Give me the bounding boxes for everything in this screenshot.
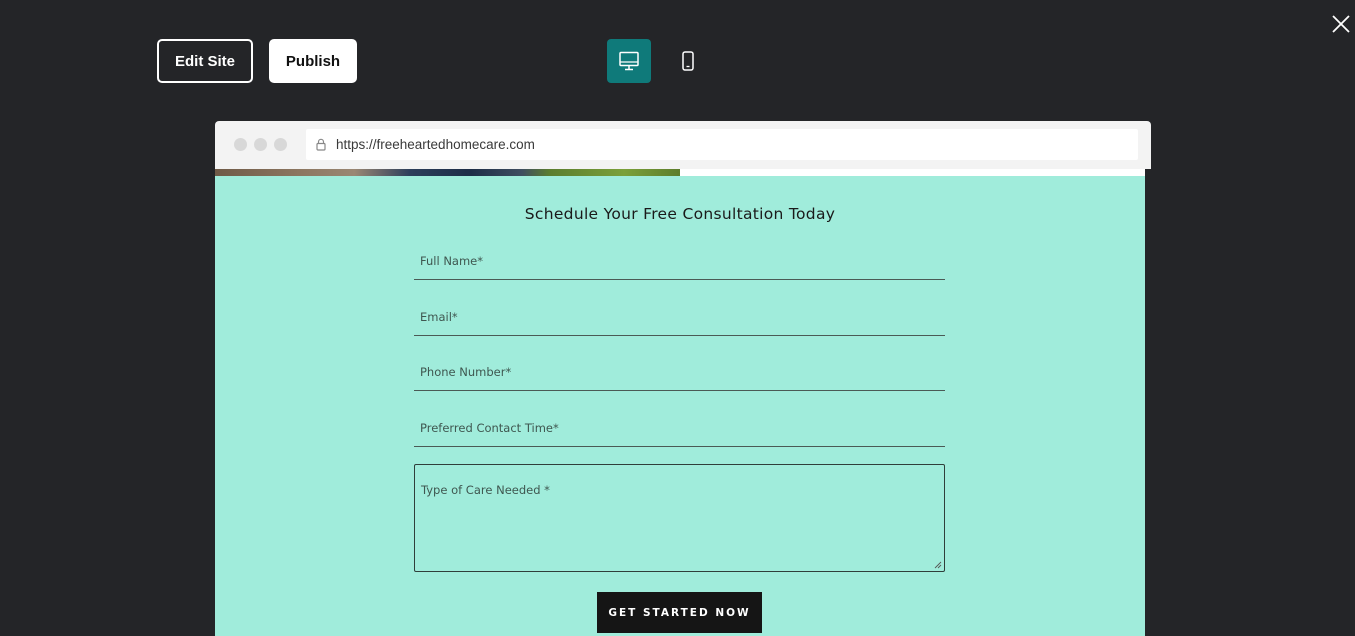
full-name-field[interactable]: Full Name* [414,236,945,280]
field-label: Email* [420,310,458,324]
url-text: https://freeheartedhomecare.com [336,137,535,152]
email-field[interactable]: Email* [414,292,945,336]
publish-button[interactable]: Publish [269,39,357,83]
type-of-care-textarea[interactable]: Type of Care Needed * [414,464,945,572]
window-dot [234,138,247,151]
preview-toolbar: Edit Site Publish [0,0,1355,110]
mobile-phone-icon [682,51,694,71]
field-label: Phone Number* [420,365,512,379]
browser-frame: https://freeheartedhomecare.com [215,121,1151,169]
desktop-view-button[interactable] [607,39,651,83]
resize-grip-icon[interactable] [934,561,942,569]
window-dot [274,138,287,151]
site-preview: Schedule Your Free Consultation Today Fu… [215,169,1145,636]
hero-image [215,169,680,176]
phone-number-field[interactable]: Phone Number* [414,347,945,391]
field-label: Type of Care Needed * [421,483,550,497]
mobile-view-button[interactable] [666,39,710,83]
lock-icon [316,138,326,151]
edit-site-button[interactable]: Edit Site [157,39,253,83]
field-label: Preferred Contact Time* [420,421,559,435]
desktop-icon [619,51,639,71]
field-label: Full Name* [420,254,483,268]
get-started-button[interactable]: GET STARTED NOW [597,592,762,633]
address-bar: https://freeheartedhomecare.com [306,129,1138,160]
preferred-contact-time-field[interactable]: Preferred Contact Time* [414,403,945,447]
form-title: Schedule Your Free Consultation Today [524,205,836,223]
close-preview-button[interactable] [1328,11,1354,37]
hero-background [680,169,1145,176]
close-icon [1332,15,1350,33]
window-dot [254,138,267,151]
